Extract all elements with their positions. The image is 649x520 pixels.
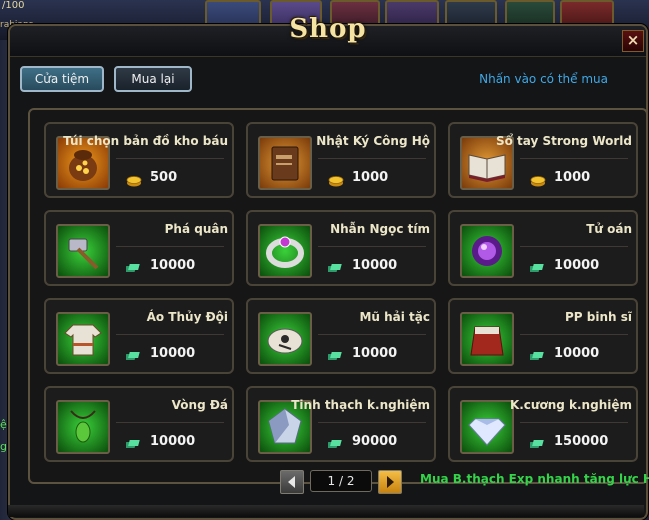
shop-item-slot[interactable]: Túi chọn bản đồ kho báu 500 — [44, 122, 234, 198]
price-currency — [126, 172, 142, 187]
shop-item-slot[interactable]: Áo Thủy Đội 10000 — [44, 298, 234, 374]
gem-currency-icon — [124, 440, 140, 448]
item-price: 1000 — [352, 170, 389, 185]
item-divider — [520, 246, 628, 247]
item-price: 1000 — [554, 170, 591, 185]
gem-currency-icon — [326, 264, 342, 272]
item-name: Áo Thủy Đội — [146, 310, 228, 324]
stone-necklace-icon[interactable] — [56, 400, 110, 454]
price-currency — [530, 172, 546, 187]
item-price: 150000 — [554, 434, 609, 449]
price-currency — [326, 260, 344, 272]
shop-dialog: Shop × Cửa tiệm Mua lại Nhấn vào có thể … — [8, 14, 649, 520]
next-page-button[interactable] — [378, 470, 402, 494]
item-name: K.cương k.nghiệm — [509, 398, 632, 412]
item-name: Nhẫn Ngọc tím — [330, 222, 430, 236]
items-panel: Túi chọn bản đồ kho báu 500 Nhật Ký Công H… — [28, 108, 648, 484]
shop-item-slot[interactable]: Tử oán 10000 — [448, 210, 638, 286]
diamond-icon[interactable] — [460, 400, 514, 454]
shop-item-slot[interactable]: Nhẫn Ngọc tím 10000 — [246, 210, 436, 286]
ring-icon[interactable] — [258, 224, 312, 278]
item-divider — [116, 246, 224, 247]
item-price: 10000 — [554, 346, 600, 361]
price-currency — [528, 348, 546, 360]
price-currency — [326, 436, 344, 448]
side-glyph: ệ — [0, 418, 7, 431]
price-currency — [528, 436, 546, 448]
item-name: Phá quân — [164, 222, 228, 236]
item-name: Nhật Ký Công Hộ — [316, 134, 430, 148]
item-price: 90000 — [352, 434, 398, 449]
item-price: 10000 — [150, 434, 196, 449]
shop-item-slot[interactable]: Mũ hải tặc 10000 — [246, 298, 436, 374]
item-name: Sổ tay Strong World — [495, 134, 632, 148]
gem-currency-icon — [528, 440, 544, 448]
price-currency — [124, 436, 142, 448]
item-divider — [318, 158, 426, 159]
item-divider — [318, 334, 426, 335]
purple-orb-icon[interactable] — [460, 224, 514, 278]
price-currency — [124, 260, 142, 272]
gem-currency-icon — [528, 352, 544, 360]
gem-currency-icon — [528, 264, 544, 272]
side-glyph-2: g — [0, 440, 7, 453]
item-divider — [520, 422, 628, 423]
shop-item-slot[interactable]: Vòng Đá 10000 — [44, 386, 234, 462]
item-divider — [520, 158, 628, 159]
shop-item-slot[interactable]: PP binh sĩ 10000 — [448, 298, 638, 374]
item-price: 10000 — [352, 346, 398, 361]
item-divider — [116, 158, 224, 159]
item-price: 10000 — [150, 258, 196, 273]
item-name: Túi chọn bản đồ kho báu — [63, 134, 228, 148]
price-currency — [326, 348, 344, 360]
arrow-right-icon — [387, 476, 394, 488]
pirate-bandana-icon[interactable] — [258, 312, 312, 366]
item-name: Tinh thạch k.nghiệm — [291, 398, 430, 412]
gold-coin-icon — [126, 176, 142, 187]
price-currency — [328, 172, 344, 187]
item-divider — [318, 246, 426, 247]
gem-currency-icon — [124, 352, 140, 360]
item-price: 10000 — [352, 258, 398, 273]
gem-currency-icon — [326, 440, 342, 448]
navy-shirt-icon[interactable] — [56, 312, 110, 366]
item-name: PP binh sĩ — [565, 310, 632, 324]
shop-title: Shop — [289, 14, 367, 44]
top-left-value: /100 — [2, 0, 25, 11]
item-divider — [116, 334, 224, 335]
tab-buyback[interactable]: Mua lại — [114, 66, 192, 92]
shop-item-slot[interactable]: Phá quân 10000 — [44, 210, 234, 286]
arrow-left-icon — [288, 476, 295, 488]
gem-currency-icon — [326, 352, 342, 360]
item-divider — [520, 334, 628, 335]
gem-currency-icon — [124, 264, 140, 272]
gold-coin-icon — [328, 176, 344, 187]
pagination: 1 / 2 — [280, 470, 402, 494]
price-currency — [124, 348, 142, 360]
shop-item-slot[interactable]: Tinh thạch k.nghiệm 90000 — [246, 386, 436, 462]
item-name: Tử oán — [586, 222, 632, 236]
gold-coin-icon — [530, 176, 546, 187]
item-divider — [318, 422, 426, 423]
buy-hint: Nhấn vào có thể mua — [479, 72, 608, 86]
shop-item-slot[interactable]: K.cương k.nghiệm 150000 — [448, 386, 638, 462]
page-indicator: 1 / 2 — [310, 470, 372, 492]
tab-shop[interactable]: Cửa tiệm — [20, 66, 104, 92]
shop-item-slot[interactable]: Nhật Ký Công Hộ 1000 — [246, 122, 436, 198]
item-divider — [116, 422, 224, 423]
dialog-bottom-frame — [8, 505, 644, 517]
soldier-cape-icon[interactable] — [460, 312, 514, 366]
diary-book-icon[interactable] — [258, 136, 312, 190]
item-name: Vòng Đá — [171, 398, 228, 412]
close-button[interactable]: × — [622, 30, 644, 52]
shop-item-slot[interactable]: Sổ tay Strong World 1000 — [448, 122, 638, 198]
price-currency — [528, 260, 546, 272]
prev-page-button[interactable] — [280, 470, 304, 494]
hammer-icon[interactable] — [56, 224, 110, 278]
item-price: 10000 — [554, 258, 600, 273]
item-name: Mũ hải tặc — [359, 310, 430, 324]
item-price: 10000 — [150, 346, 196, 361]
item-price: 500 — [150, 170, 178, 185]
promo-link[interactable]: Mua B.thạch Exp nhanh tăng lực HĐ — [420, 472, 649, 486]
